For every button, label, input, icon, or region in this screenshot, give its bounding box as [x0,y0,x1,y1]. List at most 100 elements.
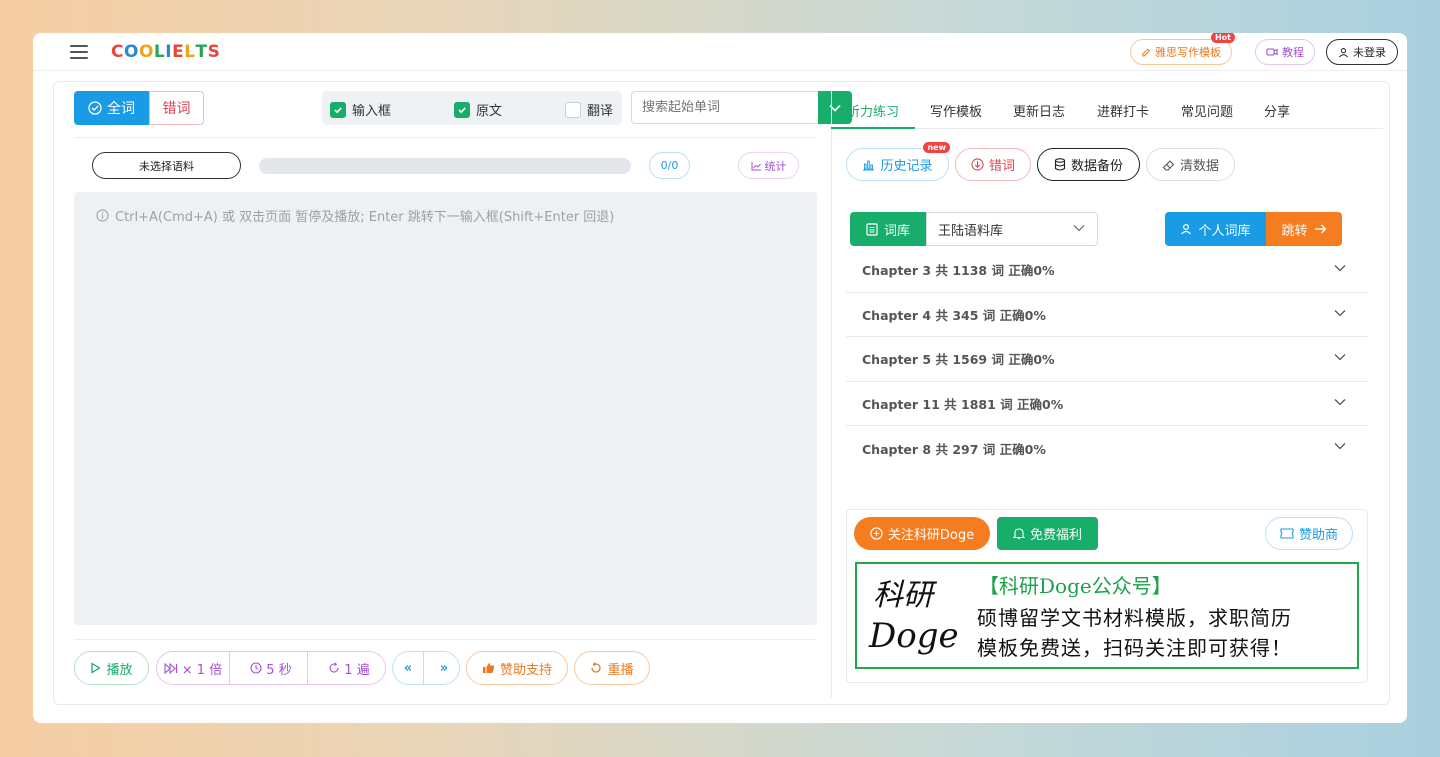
promo-logo-top: 科研 [873,578,933,613]
tab-changelog[interactable]: 更新日志 [1013,101,1065,120]
chapter-title: Chapter 4 共 345 词 正确0% [862,307,1046,323]
next-button[interactable]: » [429,652,459,684]
free-benefits-label: 免费福利 [1029,528,1082,543]
repeat-button[interactable]: 1 遍 [313,652,385,684]
jump-button[interactable]: 跳转 [1266,212,1342,246]
support-label: 赞助支持 [499,662,552,678]
main-panel: 全词 错词 输入框 原文 翻译 未选择语料 [53,81,1390,705]
chapter-item[interactable]: Chapter 11 共 1881 词 正确0% [846,382,1368,426]
chevron-down-icon [1334,354,1346,361]
logo-letter: T [195,42,208,62]
next-icon: » [439,660,449,676]
progress-count-text: 0/0 [660,159,679,172]
list-icon [866,222,878,236]
word-library-text: 词库 [883,223,910,239]
writing-template-label: 雅思写作模板 [1155,46,1221,59]
support-button[interactable]: 赞助支持 [466,651,568,685]
menu-icon[interactable] [70,45,88,59]
chapter-title: Chapter 11 共 1881 词 正确0% [862,396,1064,412]
previous-button[interactable]: « [393,652,424,684]
chapter-item[interactable]: Chapter 4 共 345 词 正确0% [846,293,1368,337]
speed-button[interactable]: × 1 倍 [157,652,230,684]
download-circle-icon [971,158,984,171]
practice-area[interactable]: Ctrl+A(Cmd+A) 或 双击页面 暂停及播放; Enter 跳转下一输入… [74,192,817,625]
data-backup-button[interactable]: 数据备份 [1037,148,1140,181]
logo-letter: C [111,42,124,62]
play-label: 播放 [106,662,133,678]
active-tab-indicator [831,127,915,129]
translation-label: 翻译 [587,104,614,119]
fast-forward-icon [164,662,177,674]
input-box-label: 输入框 [352,104,392,119]
word-library-label: 词库 [850,212,926,246]
app-logo[interactable]: COOLIELTS [111,42,220,62]
logo-letter: L [153,42,166,62]
interval-label: 5 秒 [266,662,292,678]
tab-share[interactable]: 分享 [1264,101,1290,120]
follow-label: 关注科研Doge [887,528,975,543]
follow-button[interactable]: 关注科研Doge [854,517,990,550]
all-words-tab[interactable]: 全词 [74,91,149,125]
search-start-word-input[interactable] [631,91,818,124]
chevron-down-icon [1334,265,1346,272]
original-text-checkbox[interactable]: 原文 [454,100,502,119]
word-library-select[interactable]: 王陆语料库 [926,212,1098,246]
previous-icon: « [403,660,413,676]
translation-checkbox[interactable]: 翻译 [565,100,613,119]
hot-badge: Hot [1210,33,1235,43]
select-corpus-button[interactable]: 未选择语料 [92,152,241,179]
clock-icon [250,662,262,674]
wrong-words-button[interactable]: 错词 [955,148,1031,181]
tab-join-group[interactable]: 进群打卡 [1097,101,1149,120]
sponsor-label: 赞助商 [1298,528,1338,543]
tab-listening[interactable]: 听力练习 [847,101,899,120]
wrong-words-button-label: 错词 [988,159,1015,174]
speed-label: × 1 倍 [181,662,223,678]
tutorial-label: 教程 [1282,46,1304,59]
sponsor-button[interactable]: 赞助商 [1265,517,1353,550]
input-box-checkbox[interactable]: 输入框 [330,100,391,119]
progress-bar [259,158,631,174]
tab-writing-template[interactable]: 写作模板 [930,101,982,120]
check-circle-icon [88,101,102,115]
tutorial-button[interactable]: 教程 [1255,39,1315,65]
stats-button[interactable]: 统计 [738,152,799,179]
clear-data-button[interactable]: 清数据 [1146,148,1235,181]
ad-panel: 关注科研Doge 免费福利 赞助商 科研 Doge 【科研Doge公众号】 硕博… [846,509,1368,683]
tab-faq[interactable]: 常见问题 [1181,101,1233,120]
logo-letter: S [207,42,221,62]
divider [74,639,817,640]
interval-button[interactable]: 5 秒 [235,652,308,684]
wrong-words-tab[interactable]: 错词 [149,91,204,125]
chevron-down-icon [1334,398,1346,405]
video-icon [1266,48,1278,56]
login-label: 未登录 [1353,46,1386,59]
play-button[interactable]: 播放 [74,651,149,685]
shortcut-hint: Ctrl+A(Cmd+A) 或 双击页面 暂停及播放; Enter 跳转下一输入… [96,206,614,225]
chapter-item[interactable]: Chapter 3 共 1138 词 正确0% [846,248,1368,293]
app-window: COOLIELTS 雅思写作模板 Hot 教程 未登录 全词 错词 输入框 原文… [33,33,1407,723]
history-button[interactable]: 历史记录 new [846,142,950,181]
promo-line-2: 模板免费送，扫码关注即可获得！ [977,636,1292,660]
divider [74,137,817,138]
login-button[interactable]: 未登录 [1326,39,1398,65]
free-benefits-button[interactable]: 免费福利 [997,517,1098,550]
clear-data-label: 清数据 [1179,159,1219,174]
chevron-down-icon [1073,225,1085,232]
chapter-item[interactable]: Chapter 8 共 297 词 正确0% [846,426,1368,471]
wechat-promo-banner[interactable]: 科研 Doge 【科研Doge公众号】 硕博留学文书材料模版，求职简历 模板免费… [855,562,1359,669]
personal-library-button[interactable]: 个人词库 [1165,212,1266,246]
chart-icon [751,161,761,170]
chapter-list: Chapter 3 共 1138 词 正确0% Chapter 4 共 345 … [846,248,1368,471]
replay-label: 重播 [607,662,634,678]
replay-button[interactable]: 重播 [574,651,650,685]
replay-icon [591,662,602,673]
right-tabs: 听力练习 写作模板 更新日志 进群打卡 常见问题 分享 [831,91,1383,129]
top-bar: COOLIELTS 雅思写作模板 Hot 教程 未登录 [33,33,1407,71]
new-badge: new [923,142,950,153]
eraser-icon [1162,159,1175,171]
chapter-item[interactable]: Chapter 5 共 1569 词 正确0% [846,337,1368,382]
repeat-icon [329,662,339,673]
logo-letter: O [138,42,154,62]
writing-template-button[interactable]: 雅思写作模板 Hot [1130,33,1235,65]
